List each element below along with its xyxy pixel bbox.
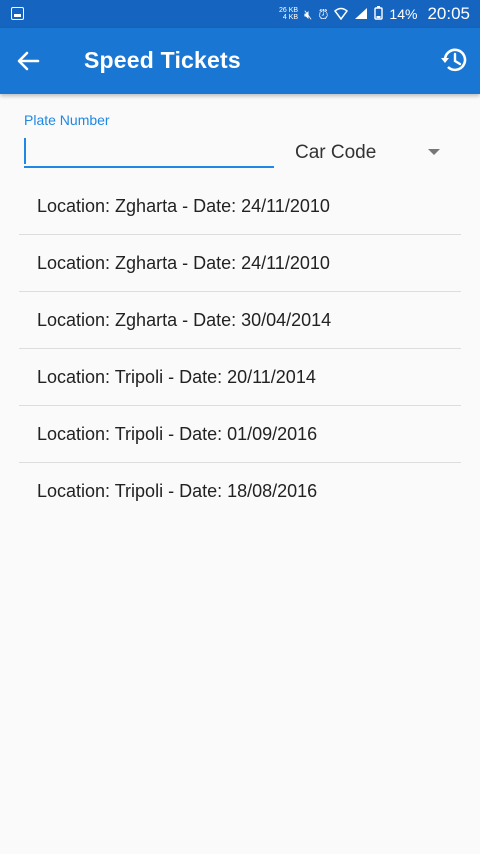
net-down-speed: 4 KB — [282, 14, 299, 21]
status-icons: 26 KB 4 KB 🔇︎ ⏰︎ 14% 20:05 — [279, 0, 470, 28]
network-speed: 26 KB 4 KB — [279, 7, 298, 21]
list-item[interactable]: Location: Zgharta - Date: 30/04/2014 — [19, 292, 461, 349]
battery-percent: 14% — [389, 6, 418, 22]
status-bar: 26 KB 4 KB 🔇︎ ⏰︎ 14% 20:05 — [0, 0, 480, 28]
car-code-label: Car Code — [295, 142, 377, 163]
list-item[interactable]: Location: Zgharta - Date: 24/11/2010 — [19, 235, 461, 292]
battery-icon — [374, 6, 384, 22]
signal-icon — [354, 7, 368, 22]
list-item[interactable]: Location: Tripoli - Date: 18/08/2016 — [19, 463, 461, 520]
list-item[interactable]: Location: Tripoli - Date: 20/11/2014 — [19, 349, 461, 406]
ticket-list: Location: Zgharta - Date: 24/11/2010 Loc… — [19, 178, 461, 520]
page-title: Speed Tickets — [84, 47, 241, 73]
history-icon[interactable] — [439, 45, 469, 75]
gallery-icon — [11, 7, 24, 20]
list-item[interactable]: Location: Zgharta - Date: 24/11/2010 — [19, 178, 461, 235]
plate-number-input[interactable] — [24, 136, 274, 168]
arrow-left-icon[interactable] — [12, 45, 44, 77]
list-item[interactable]: Location: Tripoli - Date: 01/09/2016 — [19, 406, 461, 463]
alarm-icon: ⏰︎ — [318, 6, 329, 22]
clock: 20:05 — [427, 4, 470, 23]
text-cursor — [24, 138, 26, 164]
chevron-down-icon — [428, 149, 440, 155]
app-bar: Speed Tickets — [0, 28, 480, 94]
mute-icon: 🔇︎ — [304, 6, 313, 22]
car-code-dropdown[interactable]: Car Code — [284, 138, 460, 166]
wifi-icon — [334, 7, 349, 22]
net-up-speed: 26 KB — [279, 7, 299, 14]
plate-number-label: Plate Number — [24, 112, 110, 128]
